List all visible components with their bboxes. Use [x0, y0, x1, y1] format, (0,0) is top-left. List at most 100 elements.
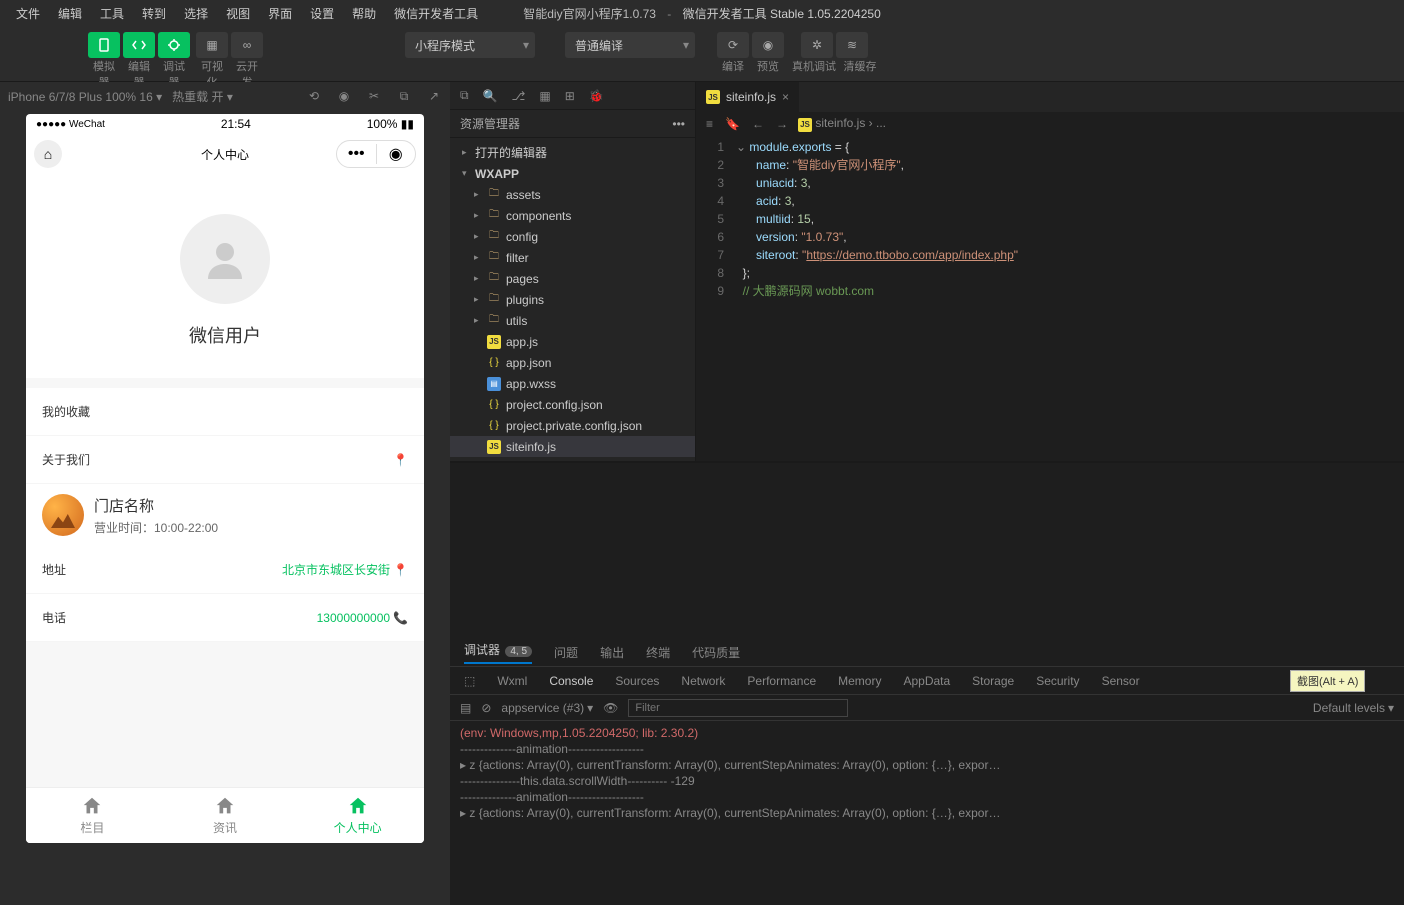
avatar[interactable] [180, 214, 270, 304]
devtab-appdata[interactable]: AppData [903, 674, 950, 688]
profile-block: 微信用户 [26, 174, 424, 378]
devtab-storage[interactable]: Storage [972, 674, 1014, 688]
menu-help[interactable]: 帮助 [344, 2, 384, 25]
capsule[interactable]: •••◉ [336, 140, 416, 168]
menu-edit[interactable]: 编辑 [50, 2, 90, 25]
fwd-icon[interactable]: → [776, 117, 788, 131]
menu-about[interactable]: 关于我们📍 [26, 436, 424, 484]
device-info[interactable]: iPhone 6/7/8 Plus 100% 16 [8, 90, 153, 104]
search-icon[interactable]: 🔍 [483, 89, 498, 103]
devtab-wxml[interactable]: Wxml [497, 674, 527, 688]
folder-components[interactable]: ▸🗀components [450, 205, 695, 226]
more-icon[interactable]: ••• [672, 117, 685, 131]
mode-dropdown[interactable]: 小程序模式 [405, 32, 535, 58]
cloud-button[interactable]: ∞ [231, 32, 263, 58]
copy-icon[interactable]: ⧉ [396, 88, 412, 104]
tab-terminal[interactable]: 终端 [646, 644, 670, 661]
ext2-icon[interactable]: ⊞ [565, 89, 575, 103]
visualize-button[interactable]: ▦ [196, 32, 228, 58]
phone-icon: 📞 [393, 611, 408, 625]
file-projpriv[interactable]: { }project.private.config.json [450, 415, 695, 436]
editor-button[interactable] [123, 32, 155, 58]
phone-row[interactable]: 电话13000000000 📞 [26, 594, 424, 642]
branch-icon[interactable]: ⎇ [512, 89, 526, 103]
clearcache-button[interactable]: ≋ [836, 32, 868, 58]
filter-input[interactable] [628, 699, 848, 717]
folder-plugins[interactable]: ▸🗀plugins [450, 289, 695, 310]
menu-select[interactable]: 选择 [176, 2, 216, 25]
root-folder[interactable]: ▾WXAPP [450, 163, 695, 184]
open-editors[interactable]: ▸打开的编辑器 [450, 142, 695, 163]
devtab-security[interactable]: Security [1036, 674, 1079, 688]
menu-settings[interactable]: 设置 [302, 2, 342, 25]
menu-goto[interactable]: 转到 [134, 2, 174, 25]
debug-panel: 调试器 4, 5 问题 输出 终端 代码质量 ⬚ Wxml Console So… [450, 462, 1404, 905]
folder-utils[interactable]: ▸🗀utils [450, 310, 695, 331]
context-dropdown[interactable]: appservice (#3) ▾ [501, 701, 593, 715]
folder-filter[interactable]: ▸🗀filter [450, 247, 695, 268]
list-icon[interactable]: ≡ [706, 117, 713, 131]
address-row[interactable]: 地址北京市东城区长安街 📍 [26, 546, 424, 594]
store-row[interactable]: 门店名称 营业时间：10:00-22:00 [26, 484, 424, 546]
tab-quality[interactable]: 代码质量 [692, 644, 740, 661]
pin-icon: 📍 [393, 563, 408, 577]
file-appjson[interactable]: { }app.json [450, 352, 695, 373]
file-appjs[interactable]: JSapp.js [450, 331, 695, 352]
rotate-icon[interactable]: ⟲ [306, 88, 322, 104]
pop-icon[interactable]: ↗ [426, 88, 442, 104]
devtab-memory[interactable]: Memory [838, 674, 881, 688]
devtab-console[interactable]: Console [549, 674, 593, 688]
bug-icon[interactable]: 🐞 [589, 89, 604, 103]
tab-debugger[interactable]: 调试器 4, 5 [464, 641, 532, 664]
debugger-button[interactable] [158, 32, 190, 58]
menu-favorites[interactable]: 我的收藏 [26, 388, 424, 436]
levels-dropdown[interactable]: Default levels ▾ [1313, 701, 1394, 715]
file-projconf[interactable]: { }project.config.json [450, 394, 695, 415]
hotreload-toggle[interactable]: 热重载 开 [172, 90, 223, 104]
devtab-network[interactable]: Network [681, 674, 725, 688]
compile-dropdown[interactable]: 普通编译 [565, 32, 695, 58]
file-tab-siteinfo[interactable]: JSsiteinfo.js× [696, 82, 800, 112]
sidebar-icon[interactable]: ▤ [460, 701, 471, 715]
menu-devtools[interactable]: 微信开发者工具 [386, 2, 486, 25]
toolbar: 模拟器编辑器调试器 ▦ ∞ 可视化云开发 小程序模式 普通编译 ⟳ ◉ 编译预览… [0, 26, 1404, 82]
menu-ui[interactable]: 界面 [260, 2, 300, 25]
realdebug-button[interactable]: ✲ [801, 32, 833, 58]
devtab-sources[interactable]: Sources [615, 674, 659, 688]
menu-file[interactable]: 文件 [8, 2, 48, 25]
compile-button[interactable]: ⟳ [717, 32, 749, 58]
inspector-icon[interactable]: ⬚ [464, 674, 475, 688]
file-sitemap[interactable]: { }sitemap.json [450, 457, 695, 461]
devtab-sensor[interactable]: Sensor [1102, 674, 1140, 688]
menu-view[interactable]: 视图 [218, 2, 258, 25]
tab-me[interactable]: 个人中心 [291, 788, 424, 843]
ext-icon[interactable]: ▦ [539, 89, 550, 103]
cut-icon[interactable]: ✂ [366, 88, 382, 104]
clear-icon[interactable]: ⊘ [481, 701, 491, 715]
console-output[interactable]: (env: Windows,mp,1.05.2204250; lib: 2.30… [450, 721, 1404, 905]
devtab-perf[interactable]: Performance [747, 674, 816, 688]
editor-panel: ⧉ 🔍 ⎇ ▦ ⊞ 🐞 资源管理器••• ▸打开的编辑器 ▾WXAPP ▸🗀as… [450, 82, 1404, 905]
home-icon[interactable]: ⌂ [34, 140, 62, 168]
eye-icon[interactable]: 👁 [603, 701, 618, 715]
bookmark-icon[interactable]: 🔖 [725, 117, 740, 131]
folder-config[interactable]: ▸🗀config [450, 226, 695, 247]
tab-column[interactable]: 栏目 [26, 788, 159, 843]
profile-name: 微信用户 [189, 322, 261, 348]
file-siteinfo[interactable]: JSsiteinfo.js [450, 436, 695, 457]
folder-assets[interactable]: ▸🗀assets [450, 184, 695, 205]
page-title: 个人中心 [201, 146, 249, 163]
record-icon[interactable]: ◉ [336, 88, 352, 104]
back-icon[interactable]: ← [752, 117, 764, 131]
close-icon[interactable]: × [782, 90, 789, 104]
menu-tools[interactable]: 工具 [92, 2, 132, 25]
preview-button[interactable]: ◉ [752, 32, 784, 58]
simulator-button[interactable] [88, 32, 120, 58]
tab-output[interactable]: 输出 [600, 644, 624, 661]
file-appwxss[interactable]: ▤app.wxss [450, 373, 695, 394]
folder-pages[interactable]: ▸🗀pages [450, 268, 695, 289]
tab-issues[interactable]: 问题 [554, 644, 578, 661]
files-icon[interactable]: ⧉ [460, 88, 469, 103]
tab-news[interactable]: 资讯 [159, 788, 292, 843]
code-editor[interactable]: 123456789 ⌄ module.exports = { name: "智能… [696, 136, 1404, 302]
